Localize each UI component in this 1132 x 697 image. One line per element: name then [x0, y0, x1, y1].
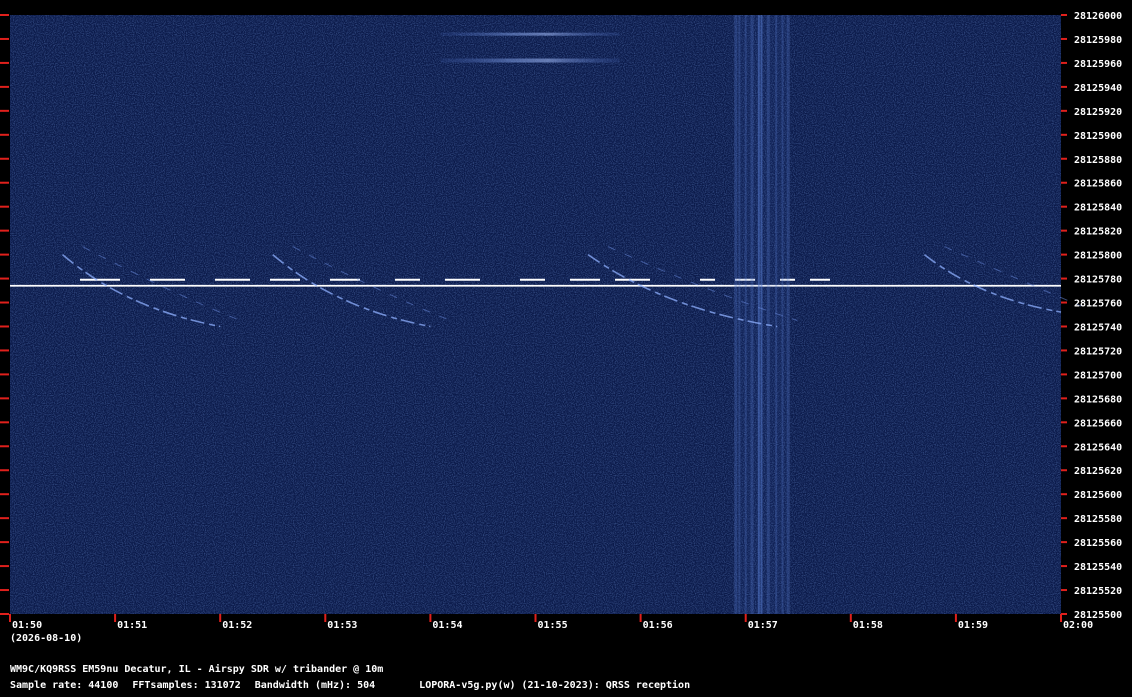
y-tick-label: 28125740 [1074, 322, 1122, 333]
y-tick-label: 28125720 [1074, 346, 1122, 357]
y-tick-label: 28125560 [1074, 538, 1122, 549]
x-tick-label: 01:52 [222, 620, 252, 631]
x-tick-label: 01:54 [432, 620, 462, 631]
x-tick-label: 01:56 [643, 620, 673, 631]
y-tick-label: 28125880 [1074, 155, 1122, 166]
y-tick-label: 28125540 [1074, 562, 1122, 573]
plot-area [10, 15, 1082, 614]
y-tick-label: 28125640 [1074, 442, 1122, 453]
y-tick-label: 28125600 [1074, 490, 1122, 501]
y-tick-label: 28125900 [1074, 131, 1122, 142]
x-tick-label: 01:55 [538, 620, 568, 631]
y-tick-label: 28125800 [1074, 251, 1122, 262]
y-tick-label: 28125980 [1074, 35, 1122, 46]
y-tick-label: 28125580 [1074, 514, 1122, 525]
y-tick-label: 28125700 [1074, 370, 1122, 381]
capture-parameters: Sample rate: 44100 FFTsamples: 131072 Band… [10, 680, 1110, 691]
y-tick-label: 28125680 [1074, 394, 1122, 405]
fft-samples: FFTsamples: 131072 [132, 680, 241, 691]
bandwidth: Bandwidth (mHz): 504 [254, 680, 376, 691]
y-tick-label: 28126000 [1074, 11, 1122, 22]
y-tick-label: 28125520 [1074, 586, 1122, 597]
y-tick-label: 28125920 [1074, 107, 1122, 118]
y-tick-label: 28125620 [1074, 466, 1122, 477]
x-tick-label: 01:57 [748, 620, 778, 631]
interference-band-upper [440, 32, 620, 36]
x-tick-label: 01:50 [12, 620, 42, 631]
x-tick-label: 01:51 [117, 620, 147, 631]
y-tick-label: 28125820 [1074, 227, 1122, 238]
y-tick-label: 28125840 [1074, 203, 1122, 214]
station-title: WM9C/KQ9RSS EM59nu Decatur, IL - Airspy … [10, 664, 384, 675]
x-tick-label: 02:00 [1063, 620, 1093, 631]
x-tick-label: 01:59 [958, 620, 988, 631]
noise-texture [10, 15, 1061, 614]
date-label: (2026-08-10) [10, 633, 82, 644]
y-tick-label: 28125780 [1074, 275, 1122, 286]
x-tick-label: 01:58 [853, 620, 883, 631]
sample-rate: Sample rate: 44100 [10, 680, 119, 691]
y-tick-label: 28125860 [1074, 179, 1122, 190]
y-tick-label: 28125760 [1074, 299, 1122, 310]
spectrogram-chart: 28126000 28125980 28125960 28125940 28125920… [0, 0, 1132, 697]
y-tick-label: 28125660 [1074, 418, 1122, 429]
y-tick-label: 28125940 [1074, 83, 1122, 94]
interference-band-lower [440, 58, 620, 63]
x-tick-label: 01:53 [327, 620, 357, 631]
software-info: LOPORA-v5g.py(w) (21-10-2023): QRSS rece… [419, 680, 691, 691]
y-tick-label: 28125960 [1074, 59, 1122, 70]
